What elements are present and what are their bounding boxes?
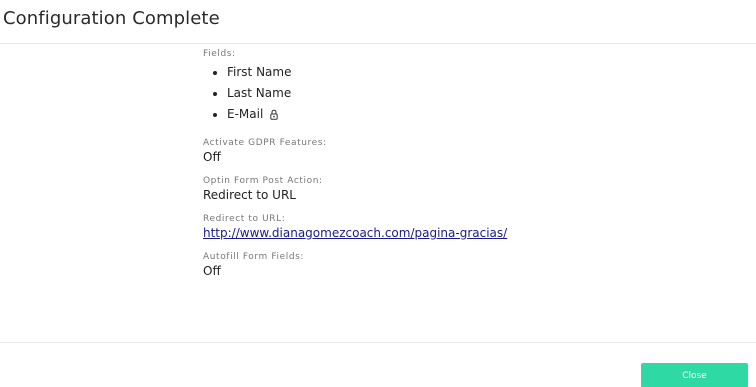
post-action-label: Optin Form Post Action: <box>203 176 323 186</box>
field-name: E-Mail <box>227 107 264 121</box>
autofill-label: Autofill Form Fields: <box>203 252 305 262</box>
modal-title: Configuration Complete <box>3 8 220 29</box>
redirect-url-value: http://www.dianagomezcoach.com/pagina-gr… <box>203 225 703 242</box>
fields-label: Fields: <box>203 49 236 59</box>
redirect-url-link[interactable]: http://www.dianagomezcoach.com/pagina-gr… <box>203 226 507 240</box>
fields-list: First Name Last Name E-Mail <box>203 62 703 127</box>
post-action-value: Redirect to URL <box>203 188 296 202</box>
fields-section: Fields: First Name Last Name E-Mail <box>203 48 703 127</box>
gdpr-section: Activate GDPR Features: Off <box>203 137 703 166</box>
field-name: Last Name <box>227 86 292 100</box>
field-name: First Name <box>227 65 292 79</box>
close-button[interactable]: Close <box>641 363 748 387</box>
post-action-section: Optin Form Post Action: Redirect to URL <box>203 175 703 204</box>
modal-header: Configuration Complete <box>0 0 756 44</box>
gdpr-label: Activate GDPR Features: <box>203 138 327 148</box>
gdpr-value: Off <box>203 150 221 164</box>
lock-icon <box>270 106 278 127</box>
autofill-value: Off <box>203 264 221 278</box>
modal-body: Fields: First Name Last Name E-Mail Acti… <box>203 48 703 289</box>
modal-footer: Close <box>0 342 756 387</box>
list-item: First Name <box>203 62 703 83</box>
list-item: Last Name <box>203 83 703 104</box>
redirect-url-label: Redirect to URL: <box>203 214 286 224</box>
configuration-modal: Configuration Complete Fields: First Nam… <box>0 0 756 387</box>
autofill-section: Autofill Form Fields: Off <box>203 251 703 280</box>
redirect-url-section: Redirect to URL: http://www.dianagomezco… <box>203 213 703 242</box>
list-item: E-Mail <box>203 104 703 127</box>
